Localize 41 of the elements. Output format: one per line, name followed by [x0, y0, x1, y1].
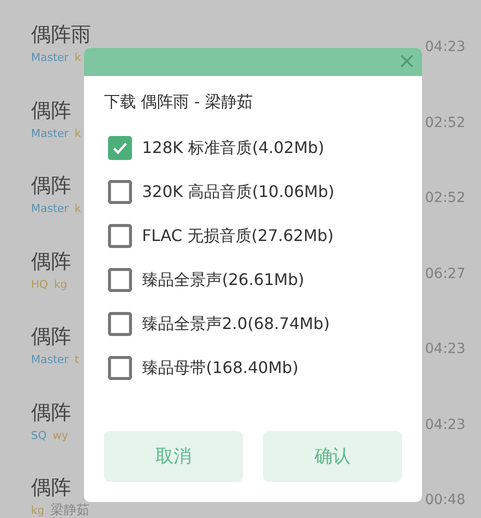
song-duration: 02:52	[425, 189, 466, 208]
quality-tag: k	[74, 51, 81, 65]
song-duration: 02:52	[425, 114, 466, 132]
quality-tag: t	[74, 353, 79, 367]
checkbox[interactable]	[108, 180, 132, 204]
quality-option[interactable]: 臻品全景声(26.61Mb)	[108, 258, 422, 302]
quality-tag: kg	[54, 278, 68, 292]
checkbox[interactable]	[108, 224, 132, 248]
artist-name: 梁静茹	[50, 504, 90, 518]
song-duration: 06:27	[425, 264, 466, 284]
song-duration: 00:48	[425, 491, 466, 510]
checkbox[interactable]	[108, 356, 132, 380]
song-title: 偶阵	[31, 172, 71, 198]
song-duration: 04:23	[425, 416, 466, 434]
song-title: 偶阵	[31, 248, 71, 274]
song-duration: 04:23	[425, 38, 466, 57]
quality-tag: Master	[31, 51, 69, 65]
checkbox[interactable]	[108, 268, 132, 292]
quality-option[interactable]: FLAC 无损音质(27.62Mb)	[108, 214, 422, 258]
quality-tag: Master	[31, 126, 69, 140]
dialog-title: 下载 偶阵雨 - 梁静茹	[104, 91, 254, 113]
quality-option[interactable]: 320K 高品音质(10.06Mb)	[108, 170, 422, 214]
quality-tag: Master	[31, 202, 69, 216]
quality-option[interactable]: 臻品全景声2.0(68.74Mb)	[108, 302, 422, 346]
checkbox[interactable]	[108, 312, 132, 336]
song-duration: 04:23	[425, 340, 466, 359]
quality-tag: k	[74, 126, 81, 140]
quality-tag: wy	[52, 428, 68, 442]
song-title: 偶阵	[31, 323, 71, 349]
song-title: 偶阵	[31, 398, 71, 424]
song-title: 偶阵雨	[31, 21, 91, 47]
checkbox[interactable]	[108, 136, 132, 160]
song-title: 偶阵	[31, 474, 71, 500]
quality-tag: SQ	[31, 428, 47, 442]
quality-tag: HQ	[31, 278, 48, 292]
quality-tag: kg	[31, 504, 44, 518]
song-title: 偶阵	[31, 96, 71, 122]
quality-option[interactable]: 128K 标准音质(4.02Mb)	[108, 126, 422, 170]
quality-option[interactable]: 臻品母带(168.40Mb)	[108, 346, 422, 390]
quality-tag: Master	[31, 353, 69, 367]
quality-tag: k	[74, 202, 81, 216]
